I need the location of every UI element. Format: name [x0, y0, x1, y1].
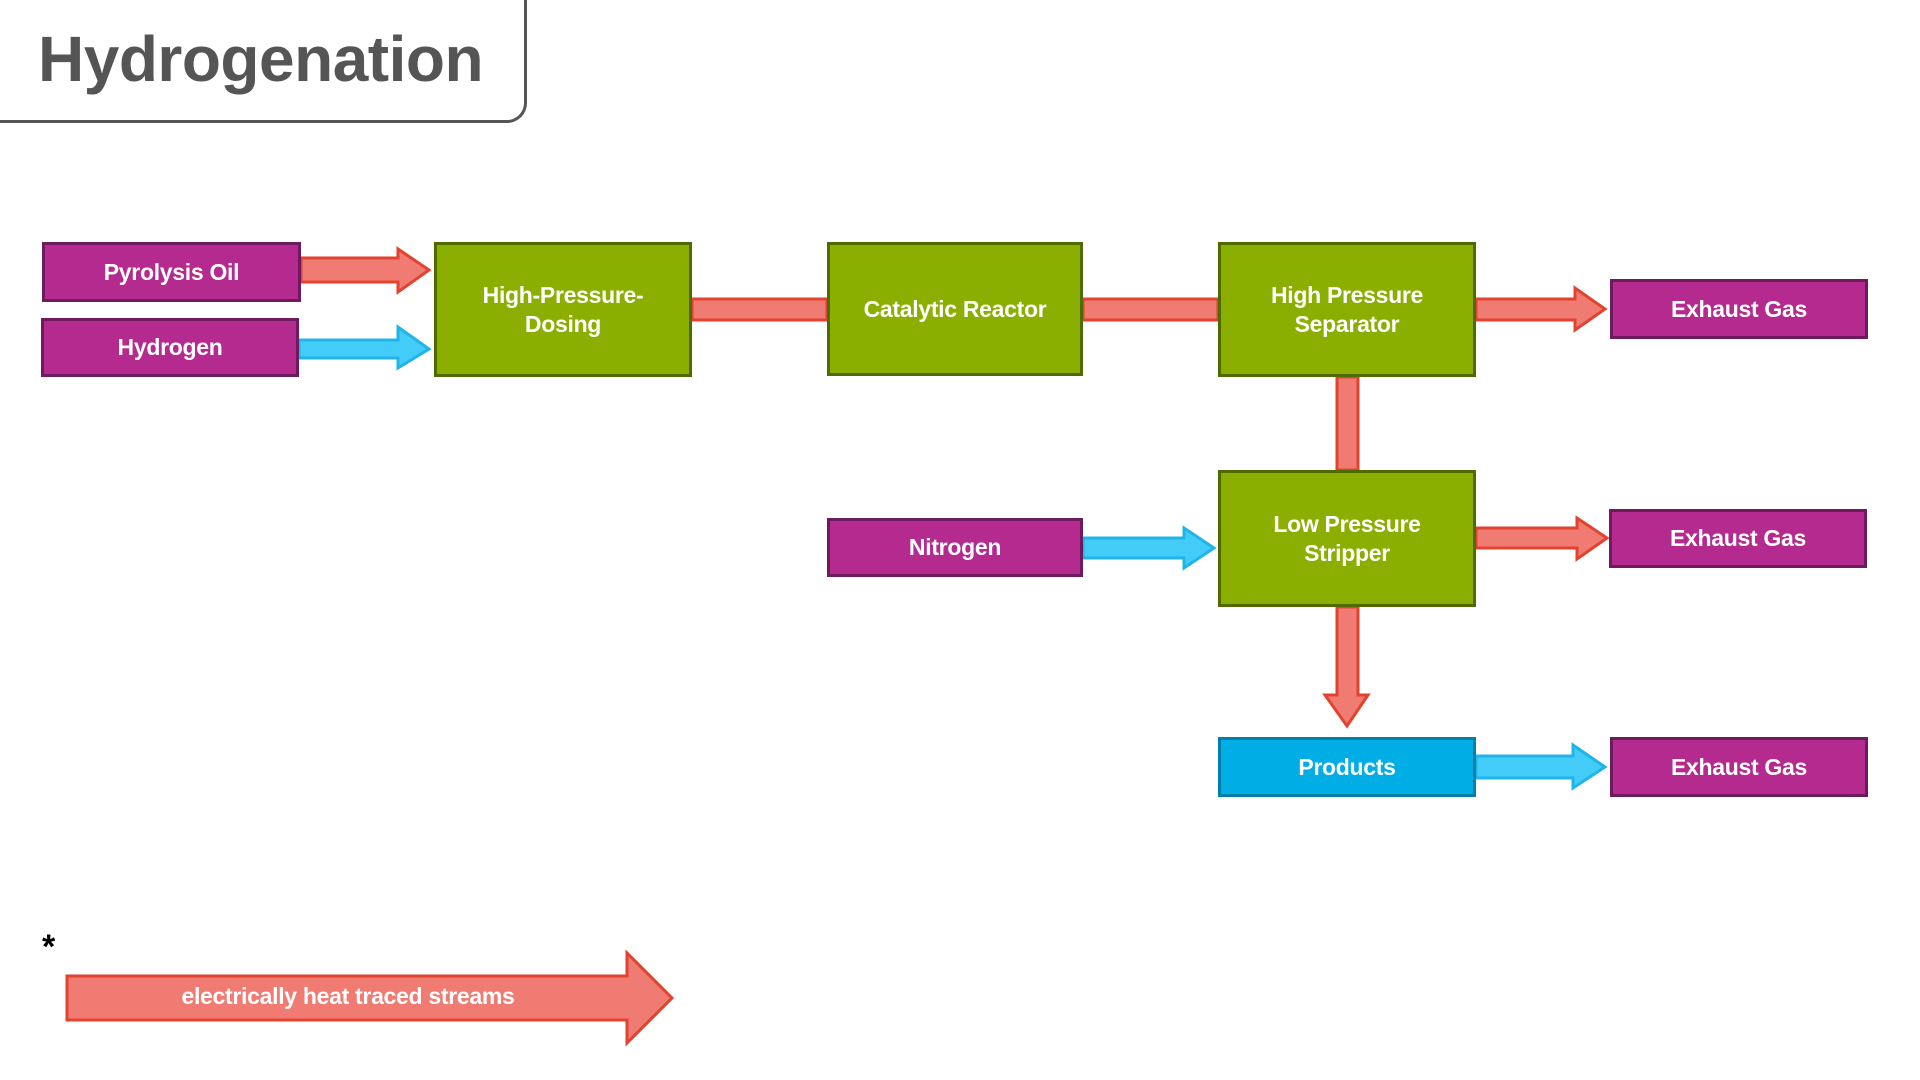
edge-nitrogen-to-stripper-arrow	[1081, 525, 1217, 571]
legend-label: electrically heat traced streams	[181, 983, 515, 1009]
edge-stripper-to-exhaust-arrow	[1474, 515, 1610, 562]
node-label: Exhaust Gas	[1670, 753, 1808, 780]
node-label: Nitrogen	[908, 534, 1002, 560]
node-label: Pyrolysis Oil	[103, 258, 240, 285]
edge-stripper-to-products-arrow	[1322, 605, 1371, 729]
node-label: Low Pressure Stripper	[1273, 510, 1421, 566]
node-label: Hydrogen	[117, 334, 223, 360]
edge-pyrolysis-to-dosing-arrow	[299, 246, 432, 295]
node-hydrogen: Hydrogen	[41, 318, 299, 377]
edge-hydrogen-to-dosing-arrow	[297, 324, 432, 371]
node-low-pressure-stripper: Low Pressure Stripper	[1218, 470, 1476, 607]
node-products: Products	[1218, 737, 1476, 797]
node-label: High Pressure Separator	[1270, 281, 1424, 337]
node-high-pressure-separator: High Pressure Separator	[1218, 242, 1476, 377]
node-exhaust-gas-2: Exhaust Gas	[1609, 509, 1867, 568]
node-label: Exhaust Gas	[1670, 295, 1808, 322]
node-exhaust-gas-1: Exhaust Gas	[1610, 279, 1868, 339]
node-label: Catalytic Reactor	[863, 295, 1047, 322]
node-high-pressure-dosing: High-Pressure- Dosing	[434, 242, 692, 377]
edge-dosing-to-reactor	[690, 297, 829, 322]
node-catalytic-reactor: Catalytic Reactor	[827, 242, 1083, 376]
legend-asterisk: *	[42, 928, 56, 966]
node-nitrogen: Nitrogen	[827, 518, 1083, 577]
node-label: Exhaust Gas	[1669, 525, 1807, 551]
node-label: High-Pressure- Dosing	[482, 281, 644, 337]
edge-separator-to-stripper	[1335, 375, 1360, 472]
edge-reactor-to-separator	[1081, 297, 1220, 322]
edge-products-to-exhaust-arrow	[1474, 742, 1608, 791]
node-pyrolysis-oil: Pyrolysis Oil	[42, 242, 301, 302]
node-label: Products	[1298, 753, 1396, 780]
edge-separator-to-exhaust-arrow	[1474, 285, 1608, 333]
node-exhaust-gas-3: Exhaust Gas	[1610, 737, 1868, 797]
